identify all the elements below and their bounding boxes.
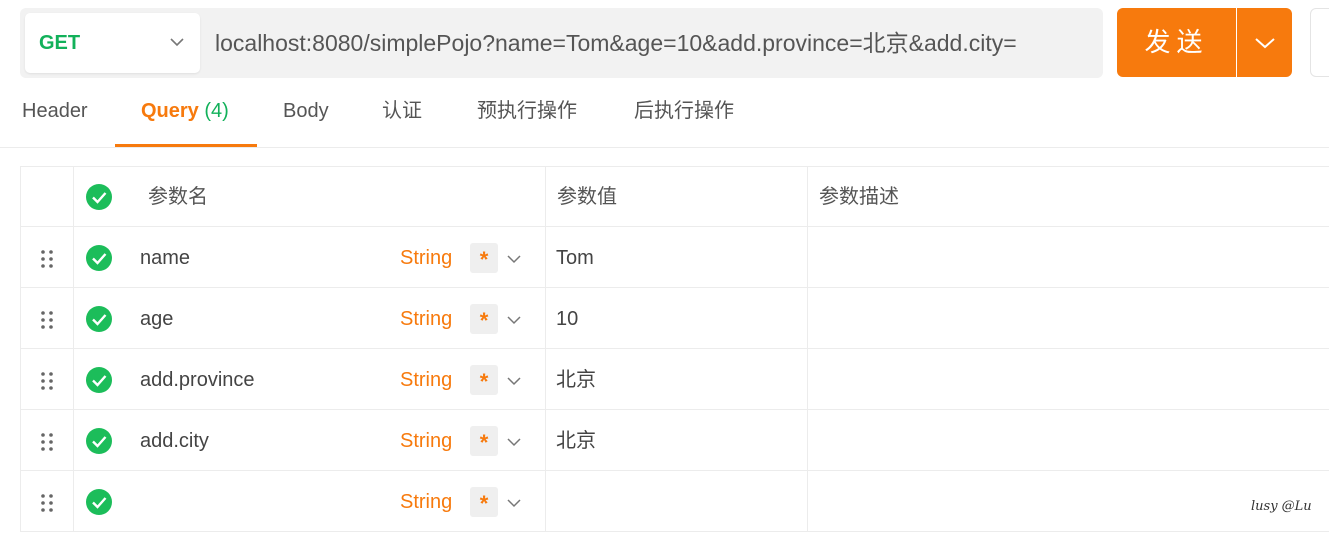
table-row: add.province String * 北京 — [20, 350, 1329, 411]
tab-label: Body — [283, 100, 329, 122]
drag-handle-icon[interactable] — [40, 371, 54, 391]
column-header-name: 参数名 — [148, 186, 208, 208]
param-name-input[interactable]: name — [140, 228, 190, 289]
table-row: add.city String * 北京 — [20, 411, 1329, 472]
drag-handle-icon[interactable] — [40, 432, 54, 452]
chevron-down-icon[interactable] — [507, 254, 521, 264]
param-type-select[interactable]: String — [400, 350, 452, 411]
tab-label: 后执行操作 — [634, 100, 734, 122]
param-value-input[interactable]: 北京 — [556, 350, 596, 411]
request-tabs: Header Query (4) Body 认证 预执行操作 后执行操作 — [0, 88, 1329, 148]
param-value-input[interactable]: Tom — [556, 228, 594, 289]
chevron-down-icon[interactable] — [507, 376, 521, 386]
table-row: age String * 10 — [20, 289, 1329, 350]
chevron-down-icon[interactable] — [507, 437, 521, 447]
tab-pre-request[interactable]: 预执行操作 — [477, 88, 577, 146]
drag-handle-icon[interactable] — [40, 310, 54, 330]
tab-query[interactable]: Query (4) — [141, 88, 229, 146]
chevron-down-icon — [1255, 38, 1275, 49]
tab-label: Query — [141, 100, 199, 122]
active-tab-indicator — [115, 144, 257, 147]
tab-count-badge: (4) — [204, 100, 229, 122]
param-type-select[interactable]: String — [400, 289, 452, 350]
row-enable-checkbox[interactable] — [85, 366, 113, 394]
param-type-select[interactable]: String — [400, 472, 452, 533]
required-toggle[interactable]: * — [470, 304, 498, 334]
row-enable-checkbox[interactable] — [85, 488, 113, 516]
tab-post-request[interactable]: 后执行操作 — [634, 88, 734, 146]
chevron-down-icon[interactable] — [507, 498, 521, 508]
param-name-input[interactable]: add.province — [140, 350, 255, 411]
watermark: lusy @Lu — [1251, 499, 1312, 514]
table-row: String * — [20, 472, 1329, 533]
row-enable-checkbox[interactable] — [85, 305, 113, 333]
send-options-button[interactable] — [1237, 8, 1292, 77]
column-header-description: 参数描述 — [819, 186, 899, 208]
tab-body[interactable]: Body — [283, 88, 329, 146]
send-button[interactable]: 发送 — [1117, 8, 1236, 77]
method-label: GET — [39, 32, 81, 54]
save-button[interactable] — [1310, 8, 1329, 77]
required-toggle[interactable]: * — [470, 243, 498, 273]
method-select[interactable]: GET — [25, 13, 200, 73]
param-value-input[interactable]: 10 — [556, 289, 578, 350]
tab-auth[interactable]: 认证 — [382, 88, 422, 146]
drag-handle-icon[interactable] — [40, 249, 54, 269]
chevron-down-icon[interactable] — [507, 315, 521, 325]
param-name-input[interactable]: add.city — [140, 411, 209, 472]
row-enable-checkbox[interactable] — [85, 244, 113, 272]
row-enable-checkbox[interactable] — [85, 427, 113, 455]
table-row: name String * Tom — [20, 228, 1329, 289]
tab-label: 预执行操作 — [477, 100, 577, 122]
param-type-select[interactable]: String — [400, 228, 452, 289]
chevron-down-icon — [170, 38, 184, 47]
param-value-input[interactable]: 北京 — [556, 411, 596, 472]
url-input[interactable]: localhost:8080/simplePojo?name=Tom&age=1… — [215, 8, 1095, 78]
required-toggle[interactable]: * — [470, 487, 498, 517]
request-bar: GET localhost:8080/simplePojo?name=Tom&a… — [20, 8, 1103, 78]
column-header-value: 参数值 — [557, 186, 617, 208]
table-header-row: 参数名 参数值 参数描述 — [20, 167, 1329, 228]
param-name-input[interactable]: age — [140, 289, 173, 350]
param-type-select[interactable]: String — [400, 411, 452, 472]
tab-label: Header — [22, 100, 88, 122]
tab-header[interactable]: Header — [22, 88, 88, 146]
select-all-checkbox[interactable] — [85, 183, 113, 211]
required-toggle[interactable]: * — [470, 365, 498, 395]
tab-label: 认证 — [382, 100, 422, 122]
required-toggle[interactable]: * — [470, 426, 498, 456]
drag-handle-icon[interactable] — [40, 493, 54, 513]
